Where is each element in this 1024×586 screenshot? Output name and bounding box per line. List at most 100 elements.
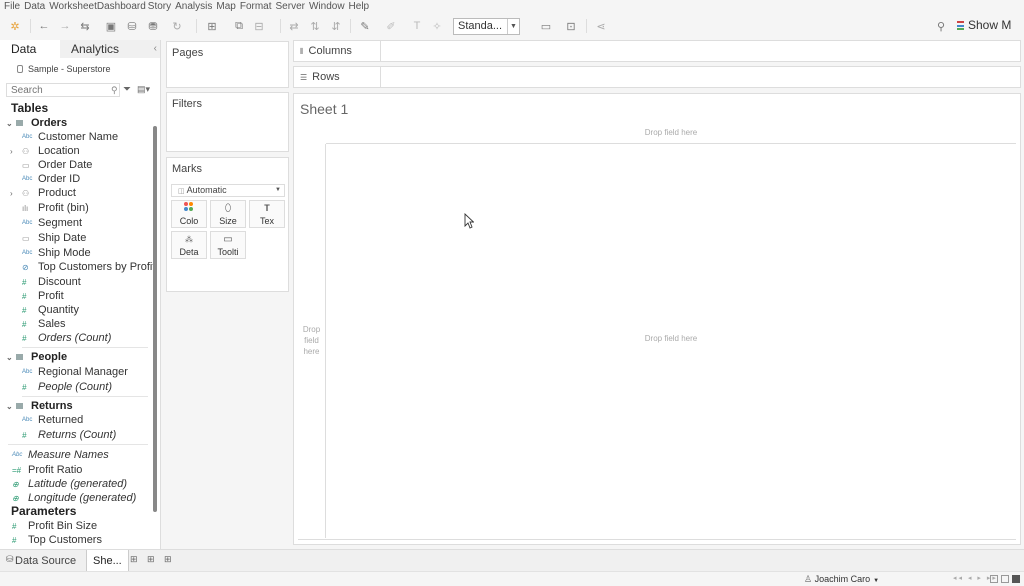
menu-worksheet[interactable]: Worksheet xyxy=(49,1,97,12)
datasource-item[interactable]: Sample - Superstore xyxy=(17,64,111,74)
mark-type-select[interactable]: ◫ Automatic ▼ xyxy=(171,184,285,197)
show-sheet-sorter-icon[interactable] xyxy=(990,575,998,583)
table-orders[interactable]: ⌄ Orders xyxy=(6,117,67,129)
field-ship-date[interactable]: ▭ Ship Date xyxy=(22,232,86,244)
rows-shelf[interactable]: ☰ Rows xyxy=(293,66,1021,88)
field-returned[interactable]: Abc Returned xyxy=(22,414,83,426)
menu-story[interactable]: Story xyxy=(148,1,171,12)
drop-zone-rows[interactable]: Drop field here xyxy=(298,144,326,538)
new-story-icon[interactable]: ⊞ xyxy=(164,554,172,565)
new-datasource-icon[interactable]: ⛁ xyxy=(125,19,139,33)
field-ship-mode[interactable]: Abc Ship Mode xyxy=(22,247,91,259)
tab-data-source[interactable]: Data Source xyxy=(15,550,76,572)
field-location[interactable]: › ⚇ Location xyxy=(10,145,80,157)
field-product[interactable]: › ⚇ Product xyxy=(10,187,76,199)
sort-descending-icon[interactable]: ⇵ xyxy=(329,19,343,33)
field-quantity[interactable]: # Quantity xyxy=(22,304,79,316)
mouse-cursor-icon xyxy=(464,213,474,229)
field-regional-manager[interactable]: Abc Regional Manager xyxy=(22,366,128,378)
menu-analysis[interactable]: Analysis xyxy=(175,1,212,12)
table-returns[interactable]: ⌄ Returns xyxy=(6,400,73,412)
field-sales[interactable]: # Sales xyxy=(22,318,66,330)
save-icon[interactable]: ▣ xyxy=(104,19,118,33)
field-top-customers-by-profit[interactable]: ⊘ Top Customers by Profit xyxy=(22,261,155,273)
field-orders-count[interactable]: # Orders (Count) xyxy=(22,332,111,344)
show-filmstrip-icon[interactable] xyxy=(1001,575,1009,583)
group-members-icon[interactable]: ✐ xyxy=(384,19,398,33)
fix-axes-icon[interactable]: ✧ xyxy=(430,19,444,33)
menu-dashboard[interactable]: Dashboard xyxy=(97,1,146,12)
new-worksheet-icon[interactable]: ⊞ xyxy=(130,554,138,565)
field-profit-bin[interactable]: ılı Profit (bin) xyxy=(22,202,89,214)
size-button[interactable]: ⬯ Size xyxy=(210,200,246,228)
field-discount[interactable]: # Discount xyxy=(22,276,81,288)
worksheet-canvas[interactable]: Sheet 1 Drop field here Drop field here … xyxy=(293,93,1021,545)
replay-icon[interactable]: ⇆ xyxy=(78,19,92,33)
field-customer-name[interactable]: Abc Customer Name xyxy=(22,131,118,143)
tab-data[interactable]: Data xyxy=(0,40,60,58)
filter-icon[interactable]: ⏷ xyxy=(123,84,131,95)
param-profit-bin-size[interactable]: # Profit Bin Size xyxy=(12,520,97,532)
field-order-id[interactable]: Abc Order ID xyxy=(22,173,80,185)
duplicate-sheet-icon[interactable]: ⧉ xyxy=(232,19,246,33)
pages-card[interactable]: Pages xyxy=(166,41,289,88)
field-profit[interactable]: # Profit xyxy=(22,290,64,302)
menu-server[interactable]: Server xyxy=(276,1,305,12)
field-longitude[interactable]: ⊕ Longitude (generated) xyxy=(12,492,136,504)
field-segment[interactable]: Abc Segment xyxy=(22,217,82,229)
menu-map[interactable]: Map xyxy=(216,1,235,12)
tooltip-button[interactable]: ▭ Toolti xyxy=(210,231,246,259)
highlight-icon[interactable]: ✎ xyxy=(358,19,372,33)
refresh-icon[interactable]: ↻ xyxy=(170,19,184,33)
tab-sheet1[interactable]: She... xyxy=(86,550,129,572)
redo-icon[interactable]: → xyxy=(58,19,72,33)
view-options-icon[interactable]: ▤▾ xyxy=(137,84,150,95)
columns-shelf[interactable]: ⦀ Columns xyxy=(293,40,1021,62)
search-input[interactable] xyxy=(6,83,120,97)
swap-axes-icon[interactable]: ⇄ xyxy=(287,19,301,33)
show-tabs-icon[interactable] xyxy=(1012,575,1020,583)
menu-help[interactable]: Help xyxy=(349,1,370,12)
field-people-count[interactable]: # People (Count) xyxy=(22,381,112,393)
collapse-icon[interactable]: ‹ xyxy=(154,40,157,58)
field-order-date[interactable]: ▭ Order Date xyxy=(22,159,92,171)
fit-select[interactable]: Standa... ▼ xyxy=(453,18,520,35)
show-cards-icon[interactable]: ▭ xyxy=(539,19,553,33)
menu-file[interactable]: File xyxy=(4,1,20,12)
user-menu[interactable]: ♙ Joachim Caro ▼ xyxy=(800,573,884,585)
pause-updates-icon[interactable]: ⛃ xyxy=(146,19,160,33)
show-labels-icon[interactable]: T xyxy=(410,19,424,33)
tab-analytics[interactable]: Analytics ‹ xyxy=(60,40,160,58)
field-latitude[interactable]: ⊕ Latitude (generated) xyxy=(12,478,127,490)
sort-ascending-icon[interactable]: ⇅ xyxy=(308,19,322,33)
text-icon: T xyxy=(264,203,270,213)
menu-window[interactable]: Window xyxy=(309,1,345,12)
table-people[interactable]: ⌄ People xyxy=(6,351,67,363)
new-worksheet-icon[interactable]: ⊞ xyxy=(205,19,219,33)
drop-zone-columns[interactable]: Drop field here xyxy=(326,122,1016,144)
chevron-down-icon: ⌄ xyxy=(6,118,13,128)
measure-icon: # xyxy=(22,277,27,287)
tableau-logo-icon[interactable]: ✲ xyxy=(8,19,22,33)
presentation-mode-icon[interactable]: ⊡ xyxy=(564,19,578,33)
sheet-title[interactable]: Sheet 1 xyxy=(300,101,348,117)
share-icon[interactable]: ⋖ xyxy=(594,19,608,33)
text-button[interactable]: T Tex xyxy=(249,200,285,228)
color-button[interactable]: Colo xyxy=(171,200,207,228)
menu-data[interactable]: Data xyxy=(24,1,45,12)
filters-card[interactable]: Filters xyxy=(166,92,289,152)
clear-sheet-icon[interactable]: ⊟ xyxy=(252,19,266,33)
field-profit-ratio[interactable]: =# Profit Ratio xyxy=(12,464,82,476)
detail-button[interactable]: ⁂ Deta xyxy=(171,231,207,259)
undo-icon[interactable]: ← xyxy=(37,19,51,33)
new-dashboard-icon[interactable]: ⊞ xyxy=(147,554,155,565)
search-icon[interactable]: ⚲ xyxy=(111,85,118,96)
pin-icon[interactable]: ⚲ xyxy=(934,19,948,33)
drop-zone-view[interactable]: Drop field here xyxy=(326,334,1016,343)
show-me-button[interactable]: Show M xyxy=(957,18,1011,32)
menu-format[interactable]: Format xyxy=(240,1,272,12)
field-returns-count[interactable]: # Returns (Count) xyxy=(22,429,116,441)
data-pane-scrollbar[interactable] xyxy=(153,126,157,512)
field-measure-names[interactable]: Abc Measure Names xyxy=(12,449,109,461)
param-top-customers[interactable]: # Top Customers xyxy=(12,534,102,546)
